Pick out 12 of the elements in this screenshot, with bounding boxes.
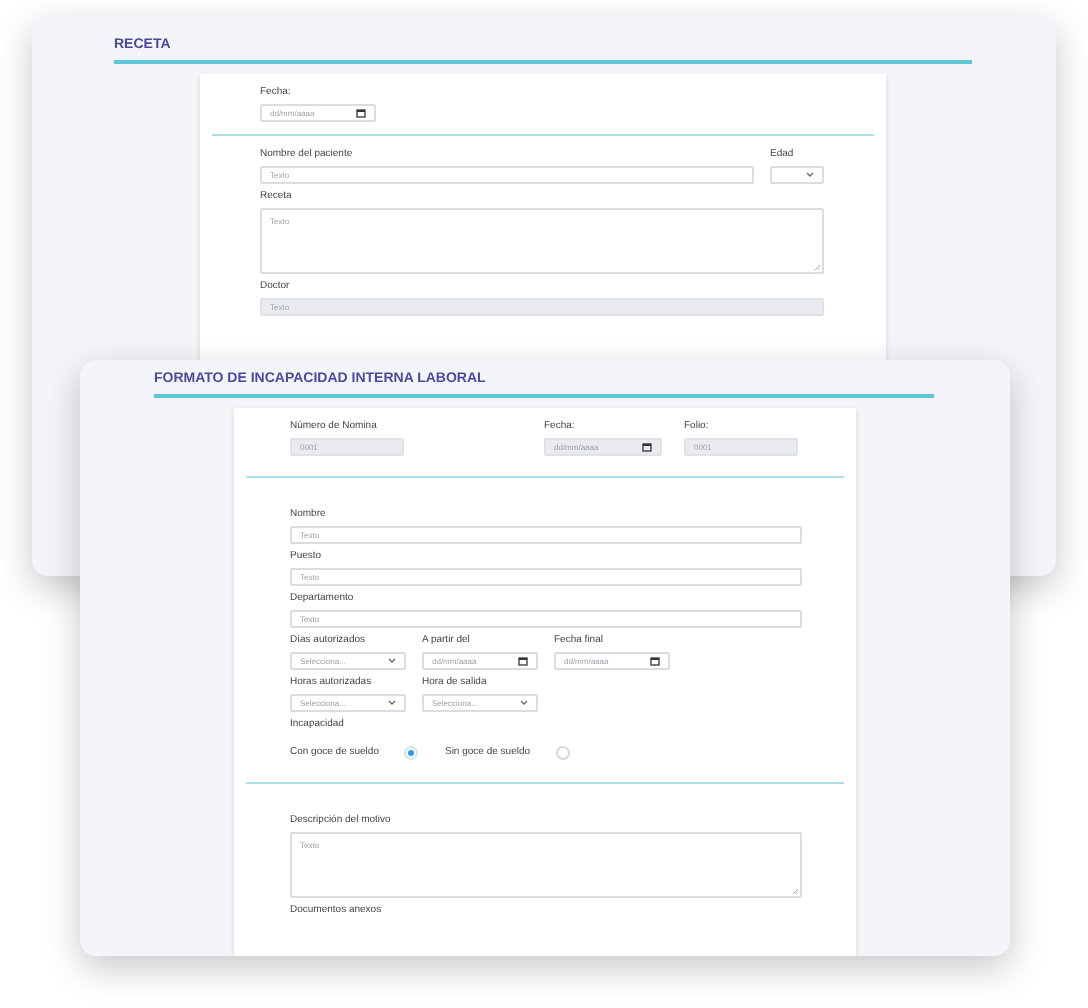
- resize-grip-icon: [814, 264, 820, 270]
- calendar-icon: [642, 442, 652, 452]
- radio-button[interactable]: [556, 746, 571, 761]
- calendar-icon: [356, 108, 366, 118]
- chevron-down-icon: [388, 700, 396, 706]
- calendar-icon: [650, 656, 660, 666]
- chevron-down-icon: [520, 700, 528, 706]
- select-field[interactable]: [770, 166, 824, 184]
- chevron-down-icon: [388, 658, 396, 664]
- radio-button[interactable]: [404, 746, 419, 761]
- calendar-icon: [518, 656, 528, 666]
- chevron-down-icon: [806, 172, 814, 178]
